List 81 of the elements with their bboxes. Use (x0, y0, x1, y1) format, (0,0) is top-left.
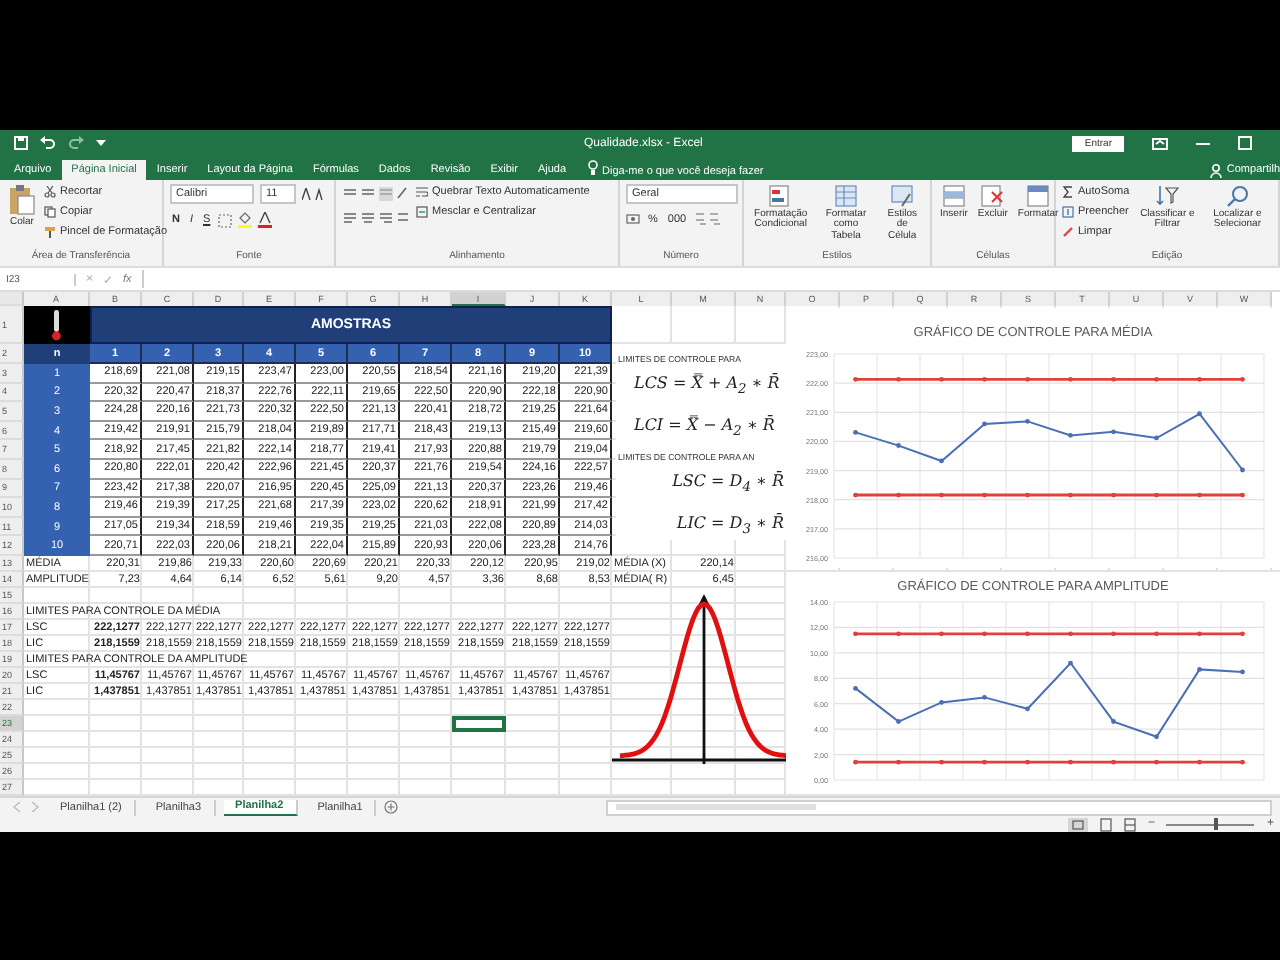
fill-down-icon (1062, 206, 1074, 218)
data-point (1111, 429, 1116, 435)
data-point (939, 759, 944, 765)
data-point (896, 719, 901, 724)
brush-icon (44, 226, 56, 238)
formula-text: LSC = D$_{4}$ ∗ R̄ (670, 469, 786, 500)
cell-style-icon (890, 184, 915, 208)
data-point (1154, 759, 1159, 765)
data-point (1197, 492, 1202, 498)
data-point (896, 492, 901, 498)
data-point (1111, 759, 1116, 765)
data-point (853, 492, 858, 498)
font-color-icon[interactable] (258, 212, 273, 228)
data-point (982, 759, 987, 765)
data-point (982, 492, 987, 498)
normal-view-icon[interactable] (1067, 817, 1088, 831)
merge-icon (416, 206, 428, 218)
undo-icon[interactable] (40, 136, 56, 150)
copy-icon (44, 206, 56, 218)
search-icon (1225, 184, 1250, 208)
data-point (1068, 492, 1073, 498)
page-break-icon[interactable] (1123, 817, 1136, 831)
save-icon[interactable] (14, 136, 28, 150)
borders-icon[interactable] (218, 213, 233, 227)
formula-text: LCI = X̿ − A$_{2}$ ∗ R̄ (632, 413, 775, 443)
data-point (853, 631, 858, 637)
redo-icon[interactable] (68, 136, 84, 150)
data-point (853, 686, 858, 691)
data-point (1068, 432, 1073, 438)
data-point (1240, 376, 1245, 382)
data-point (1068, 660, 1073, 666)
data-point (1068, 759, 1073, 765)
data-point (1025, 418, 1030, 424)
eraser-icon (1062, 226, 1074, 238)
data-point (1025, 706, 1030, 712)
formula-text: LIC = D$_{3}$ ∗ R̄ (674, 511, 786, 541)
data-point (853, 376, 858, 382)
data-point (939, 458, 944, 464)
data-point (1111, 719, 1116, 724)
currency-icon[interactable] (626, 212, 640, 226)
data-point (982, 421, 987, 427)
sort-filter-icon (1155, 184, 1180, 208)
data-point (1025, 759, 1030, 765)
data-point (896, 443, 901, 448)
data-point (1025, 492, 1030, 498)
fill-color-icon[interactable] (238, 212, 253, 228)
table-icon (833, 184, 858, 208)
data-point (1154, 734, 1159, 740)
horizontal-scrollbar[interactable] (606, 799, 1272, 815)
ribbon-options-icon[interactable] (1152, 137, 1168, 149)
data-point (1240, 631, 1245, 637)
data-point (1197, 411, 1202, 417)
page-layout-icon[interactable] (1099, 817, 1112, 831)
data-point (1197, 759, 1202, 765)
data-point (1197, 667, 1202, 672)
data-point (939, 700, 944, 705)
maximize-icon[interactable] (1238, 136, 1252, 150)
data-point (853, 430, 858, 435)
cell-cursor[interactable] (452, 715, 506, 732)
data-point (1240, 759, 1245, 765)
minimize-icon[interactable] (1196, 141, 1210, 145)
scissors-icon (44, 186, 56, 198)
font-size-icon[interactable] (301, 188, 326, 200)
data-point (1111, 492, 1116, 498)
data-point (896, 759, 901, 765)
data-point (1154, 492, 1159, 498)
thermometer-icon (24, 306, 90, 344)
data-point (982, 694, 987, 700)
formula-text: LCS = X̿ + A$_{2}$ ∗ R̄ (632, 371, 780, 402)
caret-icon[interactable] (96, 138, 106, 148)
data-point (1240, 467, 1245, 473)
add-sheet-icon[interactable] (384, 800, 399, 814)
sigma-icon (1062, 186, 1074, 198)
data-point (939, 492, 944, 498)
wrap-text-icon (416, 186, 428, 198)
lightbulb-icon (588, 160, 599, 176)
data-point (1240, 669, 1245, 675)
data-point (853, 759, 858, 765)
zoom-slider-thumb[interactable] (1213, 818, 1218, 830)
data-point (1154, 435, 1159, 441)
data-point (1240, 492, 1245, 498)
